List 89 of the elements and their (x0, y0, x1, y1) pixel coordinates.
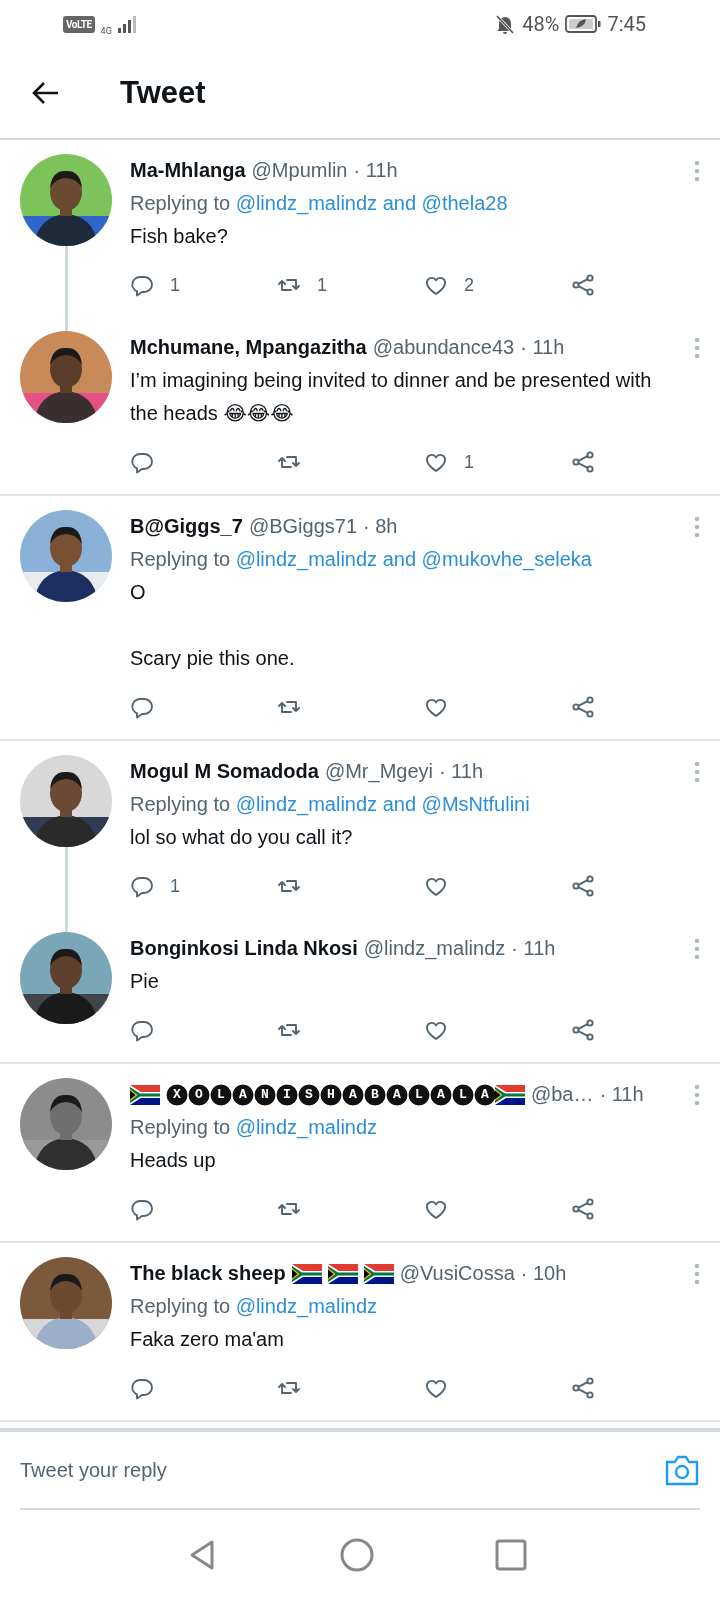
tweet-text: Fish bake? (130, 225, 228, 247)
post-time: · 11h (520, 335, 565, 360)
replying-label: Replying to (130, 793, 232, 815)
mention-link[interactable]: @lindz_malindz (235, 1295, 378, 1317)
signal-icon (117, 14, 136, 34)
reply-icon (130, 1376, 154, 1400)
tweet-text: O (130, 581, 146, 603)
network-badge: VoLTE (63, 15, 95, 33)
replying-label: Replying to (130, 548, 232, 570)
replying-label: Replying to (130, 1116, 232, 1138)
user-handle: @ba… (530, 1082, 594, 1107)
reply-button[interactable] (130, 450, 154, 474)
user-handle: @Mpumlin (251, 158, 348, 183)
reply-icon (130, 874, 154, 898)
nav-home-button[interactable] (340, 1538, 374, 1572)
share-icon (571, 874, 595, 898)
share-button[interactable] (571, 273, 595, 297)
reply-button[interactable]: 1 (130, 869, 180, 903)
reply-button[interactable] (130, 695, 154, 719)
post-time: · 11h (439, 759, 484, 784)
tweet-text: lol so what do you call it? (130, 826, 353, 848)
camera-button[interactable] (664, 1453, 700, 1487)
flag-icon (327, 1263, 358, 1284)
reply-button[interactable] (130, 1197, 154, 1221)
user-handle: @Mr_Mgeyi (324, 759, 433, 785)
mention-link[interactable]: @lindz_malindz and @thela28 (235, 192, 508, 214)
network-type: 4G (100, 26, 112, 36)
post-time: · 11h (353, 158, 398, 183)
user-handle: @lindz_malindz (363, 936, 506, 962)
tweet-text: Pie (130, 970, 159, 992)
clock-time: 7:45 (607, 12, 646, 36)
flag-icon (363, 1263, 394, 1284)
share-button[interactable] (571, 695, 595, 719)
like-button[interactable]: 1 (424, 445, 474, 479)
share-icon (571, 1018, 595, 1042)
replying-label: Replying to (130, 192, 232, 214)
reply-button[interactable] (130, 1376, 154, 1400)
mention-link[interactable]: @lindz_malindz and @MsNtfulini (235, 793, 530, 815)
reply-icon (130, 695, 154, 719)
user-handle: @abundance43 (372, 335, 515, 360)
share-button[interactable] (571, 1376, 595, 1400)
replying-label: Replying to (130, 1295, 232, 1317)
battery-percent: 48% (522, 12, 560, 36)
share-icon (571, 450, 595, 474)
tweet-text: Scary pie this one. (130, 647, 295, 669)
tweet-text: Faka zero ma'am (130, 1328, 284, 1350)
share-button[interactable] (571, 1018, 595, 1042)
reply-icon (130, 1018, 154, 1042)
author-name: Mchumane, Mpangazitha (130, 335, 367, 360)
reply-icon (130, 273, 154, 297)
user-handle: @VusiCossa (399, 1261, 515, 1286)
author-name: Ma-Mhlanga (130, 158, 246, 183)
like-button[interactable]: 2 (424, 268, 474, 302)
reply-button[interactable] (130, 1018, 154, 1042)
share-icon (571, 273, 595, 297)
square-icon (494, 1538, 528, 1572)
retweet-button[interactable]: 1 (277, 268, 327, 302)
nav-recents-button[interactable] (494, 1538, 528, 1572)
author-name: Mogul M Somadoda (130, 759, 319, 784)
user-handle: @BGiggs71 (248, 514, 357, 539)
share-icon (571, 1197, 595, 1221)
author-name: The black sheep (130, 1261, 286, 1286)
post-time: · 11h (511, 936, 556, 961)
flag-icon (494, 1084, 525, 1105)
tweet-text: Heads up (130, 1149, 216, 1171)
author-name: B@Giggs_7 (130, 514, 243, 539)
share-icon (571, 1376, 595, 1400)
tweet-text: I’m imagining being invited to dinner and be presented with the heads 😂😂😂 (130, 369, 652, 424)
reply-icon (130, 450, 154, 474)
reply-button[interactable]: 1 (130, 268, 180, 302)
mention-link[interactable]: @lindz_malindz and @mukovhe_seleka (235, 548, 592, 570)
reply-input[interactable]: Tweet your reply (20, 1458, 664, 1482)
share-button[interactable] (571, 450, 595, 474)
share-button[interactable] (571, 1197, 595, 1221)
author-name: Bonginkosi Linda Nkosi (130, 936, 358, 961)
post-time: · 8h (363, 514, 398, 539)
post-time: · 11h (599, 1082, 644, 1107)
post-time: · 10h (520, 1261, 567, 1286)
share-icon (571, 695, 595, 719)
circle-icon (340, 1538, 374, 1572)
muted-bell-icon (494, 13, 517, 35)
camera-icon (664, 1453, 700, 1487)
mention-link[interactable]: @lindz_malindz (235, 1116, 378, 1138)
flag-icon (291, 1263, 322, 1284)
reply-icon (130, 1197, 154, 1221)
flag-icon (130, 1084, 160, 1105)
battery-icon (565, 14, 602, 34)
page-title: Tweet (120, 75, 206, 111)
share-button[interactable] (571, 874, 595, 898)
